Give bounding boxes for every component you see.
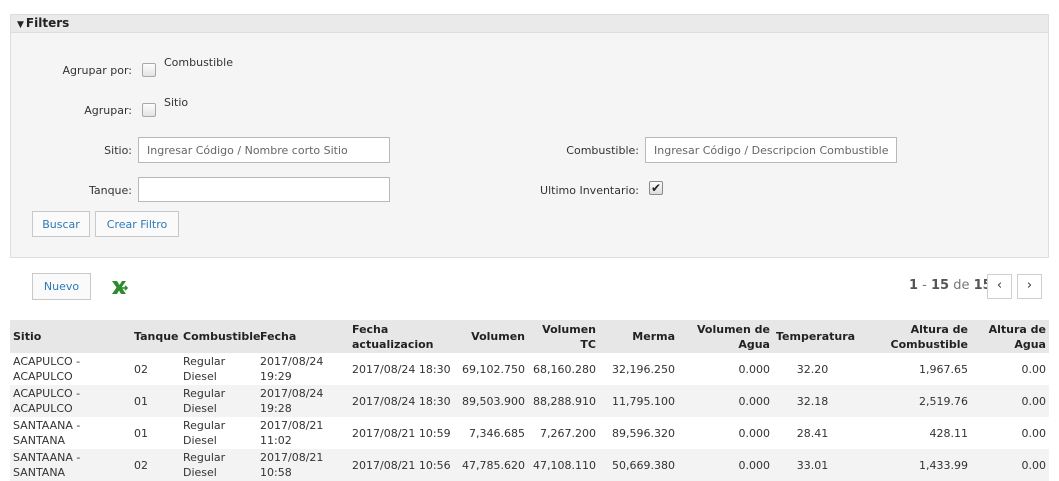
agrupar-label: Agrupar: (84, 104, 132, 117)
cell-altura-combustible: 1,967.65 (919, 362, 968, 376)
column-header-volumen-tc[interactable]: Volumen TC (528, 320, 599, 353)
cell-combustible: Regular Diesel (183, 419, 226, 447)
cell-volumen-agua: 0.000 (678, 385, 773, 417)
cell-volumen-agua: 0.000 (738, 426, 771, 440)
column-header-fecha-actualizacion[interactable]: Fecha actualizacion (349, 320, 456, 353)
nuevo-button[interactable]: Nuevo (32, 273, 91, 300)
table-row[interactable]: ACAPULCO - ACAPULCO 02 Regular Diesel 20… (10, 353, 1049, 385)
cell-volumen-tc: 47,108.110 (528, 449, 599, 481)
cell-merma: 32,196.250 (612, 362, 675, 376)
cell-temperatura: 33.01 (773, 449, 852, 481)
next-page-button[interactable]: › (1017, 274, 1042, 299)
column-header-combustible[interactable]: Combustible (180, 320, 260, 353)
cell-combustible: Regular Diesel (180, 449, 257, 481)
ultimo-inventario-checkbox[interactable]: ✔ (649, 181, 663, 195)
cell-sitio: ACAPULCO - ACAPULCO (10, 385, 131, 417)
cell-combustible: Regular Diesel (183, 355, 226, 383)
cell-altura-agua: 0.00 (971, 385, 1049, 417)
cell-merma: 89,596.320 (612, 426, 675, 440)
cell-volumen-tc: 7,267.200 (540, 426, 596, 440)
cell-temperatura: 32.20 (796, 362, 829, 376)
agrupar-por-label: Agrupar por: (62, 64, 133, 77)
cell-fecha-actualizacion: 2017/08/21 10:56 (349, 449, 456, 481)
agrupar-por-checkbox[interactable] (142, 63, 156, 77)
chevron-right-icon: › (1026, 278, 1033, 293)
caret-down-icon: ▼ (17, 20, 24, 30)
cell-temperatura: 32.18 (773, 385, 852, 417)
cell-sitio: SANTAANA - SANTANA (10, 449, 131, 481)
excel-export-icon[interactable] (110, 279, 129, 299)
agrupar-option-label: Sitio (164, 96, 189, 109)
buscar-button[interactable]: Buscar (32, 211, 90, 237)
column-header-altura-agua[interactable]: Altura de Agua (971, 320, 1049, 353)
cell-altura-agua: 0.00 (971, 449, 1049, 481)
table-row[interactable]: SANTAANA - SANTANA 02 Regular Diesel 201… (10, 449, 1049, 481)
cell-merma: 50,669.380 (599, 449, 678, 481)
cell-temperatura: 28.41 (796, 426, 829, 440)
cell-fecha: 2017/08/24 19:29 (260, 355, 324, 383)
cell-altura-combustible: 428.11 (929, 426, 969, 440)
ultimo-inventario-label: Ultimo Inventario: (540, 184, 639, 197)
column-header-fecha[interactable]: Fecha (257, 320, 349, 353)
cell-fecha: 2017/08/24 19:28 (257, 385, 349, 417)
cell-fecha: 2017/08/21 10:58 (257, 449, 349, 481)
crear-filtro-button[interactable]: Crear Filtro (95, 211, 179, 237)
pager-to: 15 (931, 278, 950, 293)
combustible-label: Combustible: (566, 144, 639, 157)
tanque-label: Tanque: (88, 184, 132, 197)
cell-tanque: 02 (131, 449, 180, 481)
cell-volumen-tc: 88,288.910 (528, 385, 599, 417)
cell-tanque: 01 (134, 426, 148, 440)
prev-page-button[interactable]: ‹ (987, 274, 1012, 299)
cell-altura-agua: 0.00 (1021, 362, 1047, 376)
table-row[interactable]: ACAPULCO - ACAPULCO 01 Regular Diesel 20… (10, 385, 1049, 417)
column-header-volumen-agua[interactable]: Volumen de Agua (678, 320, 773, 353)
column-header-tanque[interactable]: Tanque (131, 320, 180, 353)
cell-altura-combustible: 1,433.99 (852, 449, 971, 481)
sitio-label: Sitio: (104, 144, 132, 157)
cell-volumen-tc: 68,160.280 (533, 362, 596, 376)
cell-combustible: Regular Diesel (180, 385, 257, 417)
sitio-input[interactable] (138, 137, 390, 163)
column-header-sitio[interactable]: Sitio (10, 320, 131, 353)
cell-tanque: 01 (131, 385, 180, 417)
cell-volumen-agua: 0.000 (738, 362, 771, 376)
filters-toggle[interactable]: ▼ Filters (10, 14, 1049, 33)
pager-de: de (949, 278, 974, 293)
cell-fecha: 2017/08/21 11:02 (260, 419, 324, 447)
pager-summary: 1 - 15 de 15 (909, 278, 992, 293)
cell-sitio: ACAPULCO - ACAPULCO (13, 355, 81, 383)
cell-fecha-actualizacion: 2017/08/24 18:30 (349, 385, 456, 417)
pager-from: 1 (909, 278, 919, 293)
filters-title: Filters (25, 16, 70, 30)
table-header-row: Sitio Tanque Combustible Fecha Fecha act… (10, 320, 1049, 353)
cell-volumen: 7,346.685 (469, 426, 525, 440)
column-header-altura-combustible[interactable]: Altura de Combustible (852, 320, 971, 353)
table-row[interactable]: SANTAANA - SANTANA 01 Regular Diesel 201… (10, 417, 1049, 449)
tanque-input[interactable] (138, 177, 390, 202)
inventory-table: Sitio Tanque Combustible Fecha Fecha act… (10, 320, 1049, 481)
cell-volumen-agua: 0.000 (678, 449, 773, 481)
cell-tanque: 02 (134, 362, 148, 376)
agrupar-checkbox[interactable] (142, 103, 156, 117)
column-header-merma[interactable]: Merma (599, 320, 678, 353)
cell-sitio: SANTAANA - SANTANA (13, 419, 81, 447)
cell-altura-agua: 0.00 (1021, 426, 1047, 440)
cell-volumen: 47,785.620 (456, 449, 528, 481)
cell-volumen: 69,102.750 (462, 362, 525, 376)
checkmark-icon: ✔ (650, 181, 662, 195)
filters-panel: Agrupar por: Combustible Agrupar: Sitio … (10, 33, 1049, 258)
combustible-input[interactable] (645, 137, 897, 163)
cell-volumen: 89,503.900 (456, 385, 528, 417)
agrupar-por-option-label: Combustible (164, 56, 233, 69)
cell-fecha-actualizacion: 2017/08/24 18:30 (352, 362, 451, 376)
column-header-volumen[interactable]: Volumen (456, 320, 528, 353)
cell-altura-combustible: 2,519.76 (852, 385, 971, 417)
cell-merma: 11,795.100 (599, 385, 678, 417)
chevron-left-icon: ‹ (996, 278, 1003, 293)
column-header-temperatura[interactable]: Temperatura (773, 320, 855, 353)
pager-sep: - (918, 278, 932, 293)
cell-fecha-actualizacion: 2017/08/21 10:59 (352, 426, 451, 440)
